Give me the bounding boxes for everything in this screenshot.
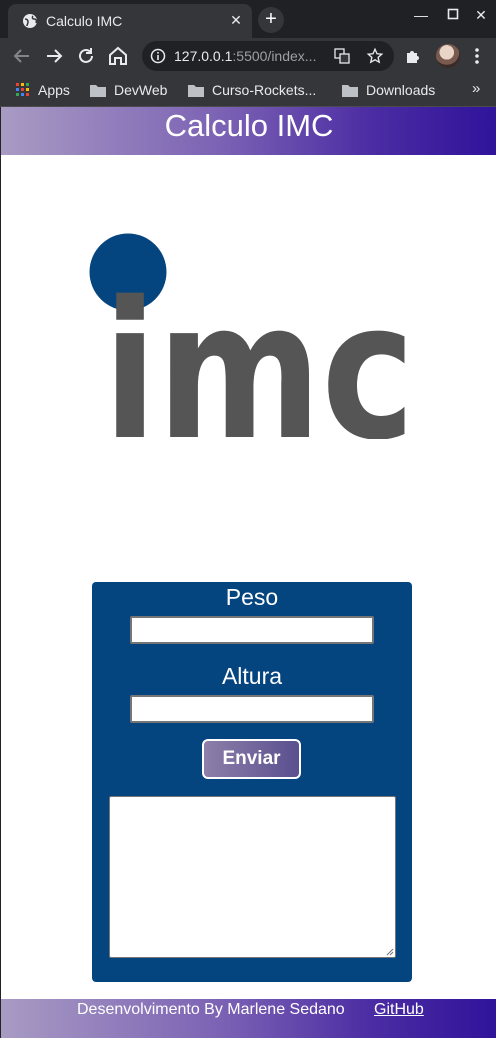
resize-handle-icon[interactable] bbox=[386, 948, 394, 956]
maximize-icon[interactable] bbox=[438, 5, 468, 25]
bookmark-devweb[interactable]: DevWeb bbox=[90, 80, 167, 100]
profile-avatar[interactable] bbox=[436, 44, 460, 68]
extensions-puzzle-icon[interactable] bbox=[404, 47, 422, 65]
address-bar[interactable]: 127.0.0.1:5500/index... bbox=[142, 41, 394, 71]
folder-icon bbox=[188, 84, 204, 97]
web-page: Calculo IMC imc Peso Altura Enviar Desen… bbox=[0, 107, 496, 1038]
browser-toolbar: 127.0.0.1:5500/index... bbox=[0, 38, 496, 74]
window-close-icon[interactable]: ✕ bbox=[466, 5, 496, 25]
bookmark-label: Apps bbox=[38, 82, 70, 98]
globe-icon bbox=[23, 14, 38, 28]
forward-arrow-icon[interactable] bbox=[42, 44, 66, 68]
reload-icon[interactable] bbox=[74, 44, 98, 68]
home-icon[interactable] bbox=[106, 44, 130, 68]
bookmark-curso-rockets[interactable]: Curso-Rockets... bbox=[188, 80, 316, 100]
tab-strip: Calculo IMC ✕ + — ✕ bbox=[0, 0, 496, 38]
bookmark-label: Curso-Rockets... bbox=[212, 82, 317, 98]
translate-icon[interactable] bbox=[334, 48, 350, 64]
bookmarks-bar: Apps DevWeb Curso-Rockets... Downloads » bbox=[0, 74, 496, 107]
logo-text: imc bbox=[103, 261, 415, 439]
new-tab-button[interactable]: + bbox=[258, 7, 284, 33]
altura-input[interactable] bbox=[130, 695, 374, 723]
close-tab-icon[interactable]: ✕ bbox=[226, 10, 246, 30]
tab-title: Calculo IMC bbox=[46, 13, 123, 29]
page-title: Calculo IMC bbox=[164, 108, 334, 143]
result-textarea[interactable] bbox=[109, 796, 396, 958]
back-arrow-icon[interactable] bbox=[10, 44, 34, 68]
peso-label: Peso bbox=[225, 584, 279, 610]
peso-input[interactable] bbox=[130, 616, 374, 644]
more-menu-icon[interactable] bbox=[470, 46, 484, 66]
submit-button[interactable]: Enviar bbox=[202, 739, 301, 779]
bookmark-star-icon[interactable] bbox=[366, 47, 384, 65]
bookmark-downloads[interactable]: Downloads bbox=[342, 80, 435, 100]
url-host: 127.0.0.1 bbox=[174, 48, 233, 64]
browser-tab[interactable]: Calculo IMC ✕ bbox=[8, 4, 252, 38]
apps-grid-icon bbox=[16, 83, 29, 96]
page-footer: Desenvolvimento By Marlene Sedano GitHub bbox=[1, 999, 496, 1038]
browser-chrome: Calculo IMC ✕ + — ✕ 127.0.0.1:5500/index… bbox=[0, 0, 496, 107]
bookmark-apps[interactable]: Apps bbox=[16, 80, 70, 100]
url-text: 127.0.0.1:5500/index... bbox=[174, 48, 316, 64]
imc-logo: imc bbox=[89, 233, 415, 439]
minimize-icon[interactable]: — bbox=[406, 5, 436, 25]
bookmark-label: Downloads bbox=[366, 82, 436, 98]
altura-label: Altura bbox=[221, 663, 283, 689]
github-link[interactable]: GitHub bbox=[374, 1001, 424, 1019]
bookmark-label: DevWeb bbox=[114, 82, 168, 98]
bookmarks-overflow-icon[interactable]: » bbox=[472, 80, 480, 97]
imc-form-card: Peso Altura Enviar bbox=[92, 582, 412, 982]
url-path: :5500/index... bbox=[232, 48, 317, 64]
info-icon[interactable] bbox=[150, 48, 166, 64]
page-header: Calculo IMC bbox=[1, 107, 496, 155]
folder-icon bbox=[90, 84, 106, 97]
footer-credit: Desenvolvimento By Marlene Sedano bbox=[77, 1001, 345, 1018]
folder-icon bbox=[342, 84, 358, 97]
